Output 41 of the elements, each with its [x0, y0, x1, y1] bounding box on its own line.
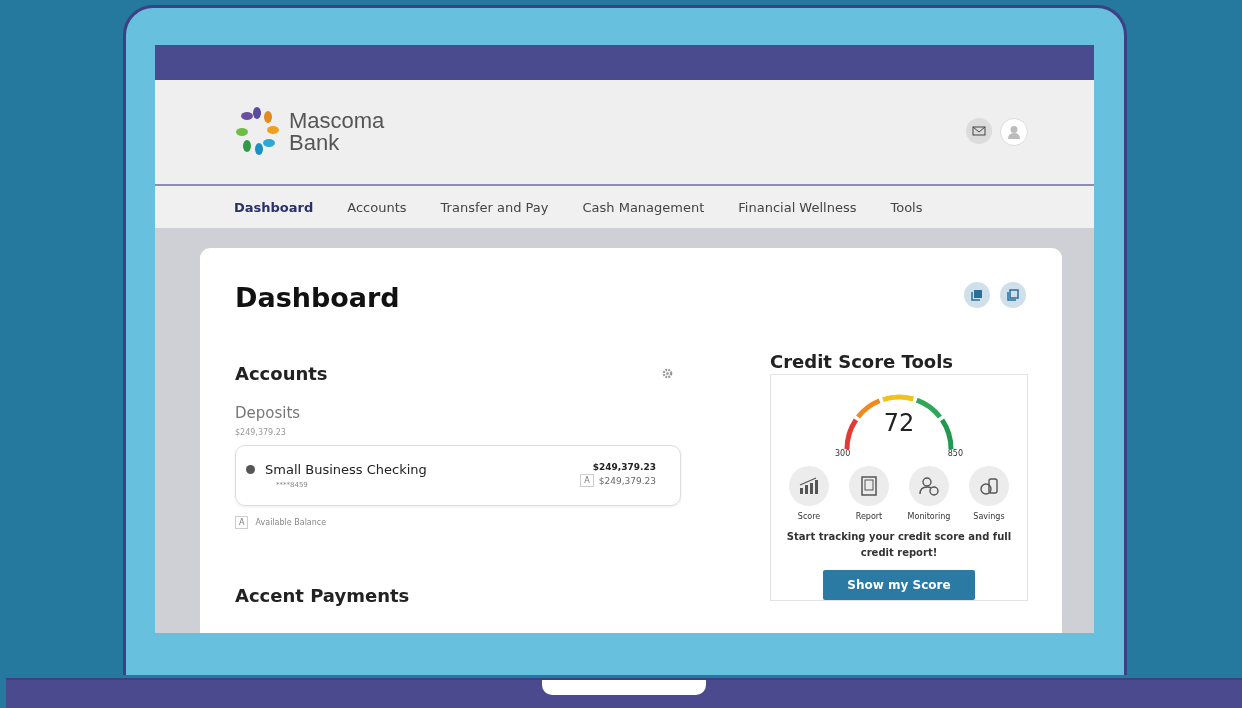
- show-score-button[interactable]: Show my Score: [823, 570, 975, 600]
- group-total: $249,379.23: [235, 428, 287, 437]
- copy-icon[interactable]: [1000, 282, 1026, 308]
- document-icon: [861, 476, 877, 496]
- group-label: Deposits: [235, 404, 302, 422]
- page-title: Dashboard: [235, 282, 400, 313]
- settings-icon[interactable]: [662, 368, 673, 379]
- promo-text: Start tracking your credit score and full credit report!: [785, 530, 1013, 560]
- nav-tab[interactable]: Accounts: [347, 199, 407, 215]
- tool-button[interactable]: [789, 466, 829, 506]
- credit-score: 72: [882, 409, 916, 437]
- balance: $249,379.23: [592, 462, 656, 472]
- bank-name: Mascoma Bank: [289, 110, 385, 154]
- mail-icon[interactable]: [966, 118, 992, 144]
- nav-tab[interactable]: Dashboard: [234, 199, 314, 215]
- section-title: Accounts: [235, 363, 328, 384]
- tool-button[interactable]: [849, 466, 889, 506]
- account-name: Small Business Checking: [265, 462, 427, 477]
- bar-chart-icon: [799, 477, 819, 495]
- tool-label: Savings: [973, 512, 1005, 521]
- gauge-min: 300: [835, 449, 851, 458]
- legend-text: Available Balance: [255, 518, 327, 527]
- tool-label: Report: [855, 512, 883, 521]
- tool-button[interactable]: [909, 466, 949, 506]
- section-title: Credit Score Tools: [770, 351, 955, 372]
- available-marker: A: [580, 474, 594, 487]
- coins-icon: [979, 476, 999, 496]
- section-title: Accent Payments: [235, 585, 411, 606]
- person-icon: [918, 476, 940, 496]
- nav-tab[interactable]: Transfer and Pay: [440, 199, 549, 215]
- nav-tab[interactable]: Cash Management: [582, 199, 705, 215]
- available-balance: $249,379.23: [598, 475, 656, 486]
- nav-tab[interactable]: Financial Wellness: [738, 199, 857, 215]
- nav-tab[interactable]: Tools: [890, 199, 923, 215]
- gauge-max: 850: [947, 449, 963, 458]
- tool-button[interactable]: [969, 466, 1009, 506]
- available-marker: A: [235, 516, 249, 529]
- copy-icon[interactable]: [964, 282, 990, 308]
- tool-label: Monitoring: [907, 512, 951, 521]
- status-dot: [246, 465, 255, 474]
- tool-label: Score: [797, 512, 821, 521]
